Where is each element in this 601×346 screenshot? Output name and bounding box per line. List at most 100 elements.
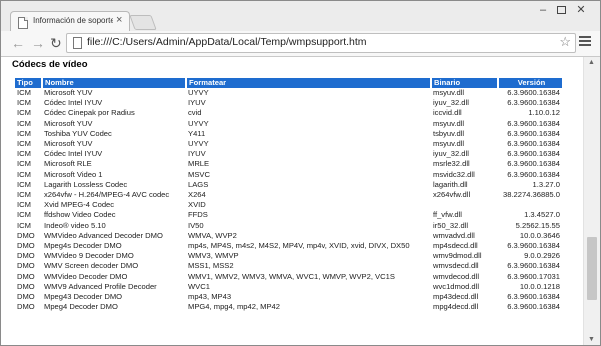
cell-binario: msyuv.dll bbox=[433, 88, 465, 97]
table-row: ICM Microsoft YUV UYVY msyuv.dll 6.3.9600.16… bbox=[15, 88, 562, 98]
cell-tipo: DMO bbox=[17, 292, 35, 302]
cell-binario: wmv9dmod.dll bbox=[433, 251, 482, 261]
table-row: DMO WMV Screen decoder DMO MSS1, MSS2 wmvsd… bbox=[15, 261, 562, 271]
new-tab-button[interactable] bbox=[129, 15, 157, 30]
reload-button[interactable]: ↻ bbox=[50, 34, 62, 52]
cell-formatear: X264 bbox=[188, 190, 206, 200]
cell-version: 1.10.0.12 bbox=[528, 108, 560, 118]
cell-nombre: WMV9 Advanced Profile Decoder bbox=[44, 281, 157, 291]
scrollbar-thumb[interactable] bbox=[587, 237, 597, 300]
cell-tipo: ICM bbox=[17, 149, 31, 159]
table-row: DMO WMV9 Advanced Profile Decoder WVC1 wvc1… bbox=[15, 282, 562, 292]
tab-title: Información de soporte té bbox=[33, 16, 113, 25]
table-row: ICM Indeo® video 5.10 IV50 ir50_32.dll 5.256… bbox=[15, 221, 562, 231]
cell-binario: msyuv.dll bbox=[433, 118, 465, 128]
vertical-scrollbar[interactable]: ▲ ▼ bbox=[583, 57, 600, 345]
table-row: ICM ffdshow Video Codec FFDS ff_vfw.dll 1.3.… bbox=[15, 210, 562, 220]
cell-formatear: FFDS bbox=[188, 210, 208, 220]
cell-formatear: MRLE bbox=[188, 159, 210, 169]
cell-version: 1.3.4527.0 bbox=[524, 210, 560, 220]
address-url[interactable]: file:///C:/Users/Admin/AppData/Local/Tem… bbox=[87, 36, 367, 48]
cell-tipo: DMO bbox=[17, 302, 35, 312]
cell-tipo: DMO bbox=[17, 251, 35, 261]
cell-nombre: ffdshow Video Codec bbox=[44, 210, 116, 220]
cell-binario: lagarith.dll bbox=[433, 179, 468, 189]
cell-formatear: mp4s, MP4S, m4s2, M4S2, MP4V, mp4v, XVID… bbox=[188, 241, 410, 251]
forward-button[interactable]: → bbox=[31, 34, 45, 52]
page-content: Códecs de vídeo Tipo Nombre Formatear Bi… bbox=[1, 57, 583, 345]
cell-formatear: IV50 bbox=[188, 220, 204, 230]
cell-formatear: MSVC bbox=[188, 169, 210, 179]
cell-formatear: IYUV bbox=[188, 149, 206, 159]
scroll-up-arrow-icon[interactable]: ▲ bbox=[588, 59, 595, 66]
cell-binario: wvc1dmod.dll bbox=[433, 281, 480, 291]
cell-version: 6.3.9600.16384 bbox=[507, 128, 560, 138]
cell-version: 6.3.9600.16384 bbox=[507, 149, 560, 159]
cell-version: 6.3.9600.16384 bbox=[507, 292, 560, 302]
cell-binario: ff_vfw.dll bbox=[433, 210, 462, 220]
cell-binario: iccvid.dll bbox=[433, 108, 462, 118]
cell-nombre: Mpeg4s Decoder DMO bbox=[44, 241, 122, 251]
cell-nombre: x264vfw - H.264/MPEG-4 AVC codec bbox=[44, 190, 170, 200]
cell-formatear: MSS1, MSS2 bbox=[188, 261, 234, 271]
cell-tipo: ICM bbox=[17, 190, 31, 200]
column-header-formatear: Formatear bbox=[186, 78, 432, 88]
maximize-button[interactable] bbox=[553, 3, 569, 17]
browser-menu-button[interactable] bbox=[579, 36, 591, 48]
column-header-nombre: Nombre bbox=[42, 78, 187, 88]
cell-version: 6.3.9600.16384 bbox=[507, 159, 560, 169]
cell-version bbox=[498, 200, 562, 210]
tab-close-icon[interactable]: × bbox=[116, 14, 122, 26]
table-row: DMO WMVideo Advanced Decoder DMO WMVA, WVP… bbox=[15, 231, 562, 241]
column-header-tipo: Tipo bbox=[15, 78, 43, 88]
address-bar[interactable]: file:///C:/Users/Admin/AppData/Local/Tem… bbox=[66, 33, 576, 53]
cell-formatear: IYUV bbox=[188, 98, 206, 108]
cell-tipo: DMO bbox=[17, 281, 35, 291]
cell-version: 6.3.9600.16384 bbox=[507, 139, 560, 149]
cell-binario: wmvsdecd.dll bbox=[433, 261, 479, 271]
table-row: ICM Xvid MPEG-4 Codec XVID bbox=[15, 200, 562, 210]
page-heading: Códecs de vídeo bbox=[12, 59, 88, 70]
cell-formatear: UYVY bbox=[188, 118, 209, 128]
back-button[interactable]: ← bbox=[11, 34, 25, 52]
minimize-button[interactable]: – bbox=[535, 3, 551, 17]
cell-binario: tsbyuv.dll bbox=[433, 128, 465, 138]
page-icon bbox=[18, 17, 28, 29]
scroll-down-arrow-icon[interactable]: ▼ bbox=[588, 336, 595, 343]
bookmark-star-icon[interactable]: ☆ bbox=[559, 34, 571, 50]
cell-formatear: WMV1, WMV2, WMV3, WMVA, WVC1, WMVP, WVP2… bbox=[188, 271, 395, 281]
cell-tipo: DMO bbox=[17, 261, 35, 271]
cell-binario: msyuv.dll bbox=[433, 139, 465, 149]
cell-tipo: ICM bbox=[17, 128, 31, 138]
cell-tipo: ICM bbox=[17, 179, 31, 189]
cell-version: 6.3.9600.16384 bbox=[507, 302, 560, 312]
close-window-button[interactable]: ✕ bbox=[571, 3, 591, 17]
table-row: ICM x264vfw - H.264/MPEG-4 AVC codec X264 x… bbox=[15, 190, 562, 200]
cell-nombre: Códec Intel IYUV bbox=[44, 149, 103, 159]
cell-binario: wmvdecod.dll bbox=[433, 271, 480, 281]
cell-binario bbox=[431, 200, 498, 210]
cell-formatear: MPG4, mpg4, mp42, MP42 bbox=[188, 302, 281, 312]
cell-formatear: WMV3, WMVP bbox=[188, 251, 239, 261]
cell-version: 10.0.0.3646 bbox=[519, 230, 560, 240]
cell-formatear: WVC1 bbox=[188, 281, 210, 291]
cell-version: 6.3.9600.16384 bbox=[507, 241, 560, 251]
table-row: DMO WMVideo 9 Decoder DMO WMV3, WMVP wmv9dm… bbox=[15, 251, 562, 261]
cell-nombre: Toshiba YUV Codec bbox=[44, 128, 112, 138]
cell-tipo: ICM bbox=[17, 169, 31, 179]
cell-nombre: Microsoft YUV bbox=[44, 139, 93, 149]
cell-version: 5.2562.15.55 bbox=[515, 220, 560, 230]
cell-binario: mpg4decd.dll bbox=[433, 302, 479, 312]
file-page-icon bbox=[73, 37, 82, 49]
cell-binario: x264vfw.dll bbox=[433, 190, 471, 200]
browser-tab[interactable]: Información de soporte té × bbox=[10, 11, 130, 33]
cell-version: 6.3.9600.16384 bbox=[507, 261, 560, 271]
cell-nombre: Mpeg43 Decoder DMO bbox=[44, 292, 123, 302]
table-row: ICM Microsoft YUV UYVY msyuv.dll 6.3.9600.16… bbox=[15, 139, 562, 149]
cell-nombre: Mpeg4 Decoder DMO bbox=[44, 302, 118, 312]
table-row: ICM Códec Intel IYUV IYUV iyuv_32.dll 6.3.96… bbox=[15, 149, 562, 159]
cell-version: 6.3.9600.16384 bbox=[507, 118, 560, 128]
cell-tipo: ICM bbox=[17, 210, 31, 220]
cell-formatear: WMVA, WVP2 bbox=[188, 230, 237, 240]
cell-version: 6.3.9600.17031 bbox=[507, 271, 560, 281]
